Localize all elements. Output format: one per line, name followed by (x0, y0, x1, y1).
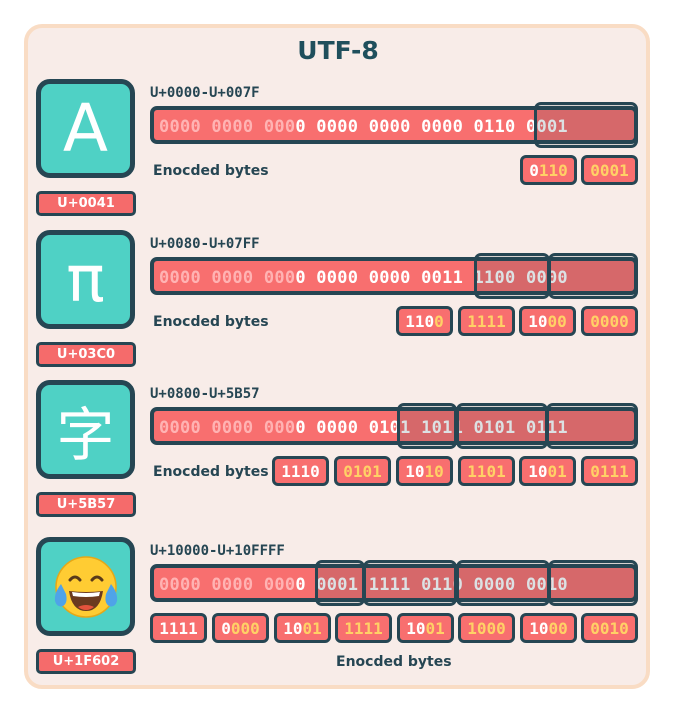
header-bits: 0 (221, 618, 231, 638)
encoded-bytes-label: Enocded bytes (153, 163, 269, 179)
code-point-badge: U+03C0 (36, 342, 136, 367)
range-label: U+0080-U+07FF (150, 236, 260, 252)
payload-bits: 0001 (590, 160, 629, 180)
header-bits: 10 (529, 618, 549, 638)
bit-group-highlight (315, 560, 365, 606)
payload-bits: 0010 (590, 618, 629, 638)
encoded-byte: 1000 (520, 613, 577, 643)
encoded-byte: 1000 (519, 306, 576, 336)
encoded-byte: 0 110 (520, 155, 577, 185)
glyph-tile-a: A (36, 79, 135, 178)
bit-group-highlight (456, 403, 548, 449)
bit-group-highlight (548, 560, 638, 606)
range-label: U+10000-U+10FFFF (150, 543, 285, 559)
encoded-byte: 0111 (581, 456, 638, 486)
payload-bits: 0101 (343, 461, 382, 481)
encoded-bytes-label: Enocded bytes (336, 654, 452, 670)
header-bits: 110 (405, 311, 435, 331)
bit-group-highlight (534, 102, 638, 148)
encoded-bytes-label: Enocded bytes (153, 314, 269, 330)
value-bits: 0 0000 0000 0000 0110 0001 (295, 117, 568, 137)
bit-group-highlight (548, 253, 638, 299)
padding-bits: 0000 0000 000 (159, 418, 296, 438)
payload-bits: 1111 (344, 618, 383, 638)
payload-bits: 00 (547, 311, 567, 331)
encoded-byte: 1110 (272, 456, 329, 486)
bit-group-highlight (363, 560, 457, 606)
payload-bits: 1111 (467, 311, 506, 331)
payload-bits: 0111 (590, 461, 629, 481)
payload-bits: 1000 (467, 618, 506, 638)
glyph-tile-emoji (36, 537, 135, 636)
header-bits: 10 (283, 618, 303, 638)
payload-bits: 0 (434, 311, 444, 331)
encoded-byte: 110 0 (396, 306, 453, 336)
range-label: U+0800-U+5B57 (150, 386, 260, 402)
padding-bits: 0000 0000 000 (159, 268, 296, 288)
header-bits: 0 (529, 160, 539, 180)
header-bits: 10 (405, 461, 425, 481)
header-bits: 10 (528, 461, 548, 481)
payload-bits: 000 (230, 618, 260, 638)
encoded-byte: 0001 (581, 155, 638, 185)
bit-group-highlight (546, 403, 638, 449)
header-bits: 1111 (159, 618, 198, 638)
payload-bits: 01 (302, 618, 322, 638)
code-point-badge: U+0041 (36, 191, 136, 216)
range-label: U+0000-U+007F (150, 85, 260, 101)
payload-bits: 1101 (467, 461, 506, 481)
encoded-byte: 10 01 (274, 613, 331, 643)
encoded-byte: 1101 (458, 456, 515, 486)
encoded-byte: 1000 (458, 613, 515, 643)
encoded-byte: 1111 (335, 613, 392, 643)
encoded-byte: 0010 (581, 613, 638, 643)
payload-bits: 01 (425, 618, 445, 638)
glyph-tile-zi: 字 (36, 380, 135, 479)
page-title: UTF-8 (297, 36, 379, 65)
glyph-char: π (66, 242, 105, 317)
glyph-tile-pi: π (36, 230, 135, 329)
header-bits: 1110 (281, 461, 320, 481)
encoded-byte: 0101 (334, 456, 391, 486)
code-point-badge: U+5B57 (36, 492, 136, 517)
encoded-bytes-label: Enocded bytes (153, 464, 269, 480)
encoded-byte: 0000 (212, 613, 269, 643)
payload-bits: 00 (548, 618, 568, 638)
header-bits: 10 (406, 618, 426, 638)
bit-group-highlight (474, 253, 550, 299)
encoded-byte: 1111 (150, 613, 207, 643)
padding-bits: 0000 0000 000 (159, 575, 296, 595)
glyph-char: 字 (56, 400, 115, 469)
encoded-byte: 10 10 (396, 456, 453, 486)
encoded-byte: 10 01 (519, 456, 576, 486)
payload-bits: 10 (424, 461, 444, 481)
encoded-byte: 0000 (581, 306, 638, 336)
bit-group-highlight (397, 403, 457, 449)
encoded-byte: 1111 (458, 306, 515, 336)
glyph-char: A (62, 90, 109, 167)
payload-bits: 110 (538, 160, 568, 180)
bits-text: 0000 0000 0000 0000 0000 0000 0110 0001 (159, 117, 568, 137)
padding-bits: 0000 0000 000 (159, 117, 296, 137)
payload-bits: 01 (547, 461, 567, 481)
bit-group-highlight (456, 560, 550, 606)
payload-bits: 0000 (590, 311, 629, 331)
code-point-badge: U+1F602 (36, 649, 136, 674)
header-bits: 10 (528, 311, 548, 331)
tears-of-joy-emoji-icon (54, 555, 117, 618)
encoded-byte: 10 01 (397, 613, 454, 643)
